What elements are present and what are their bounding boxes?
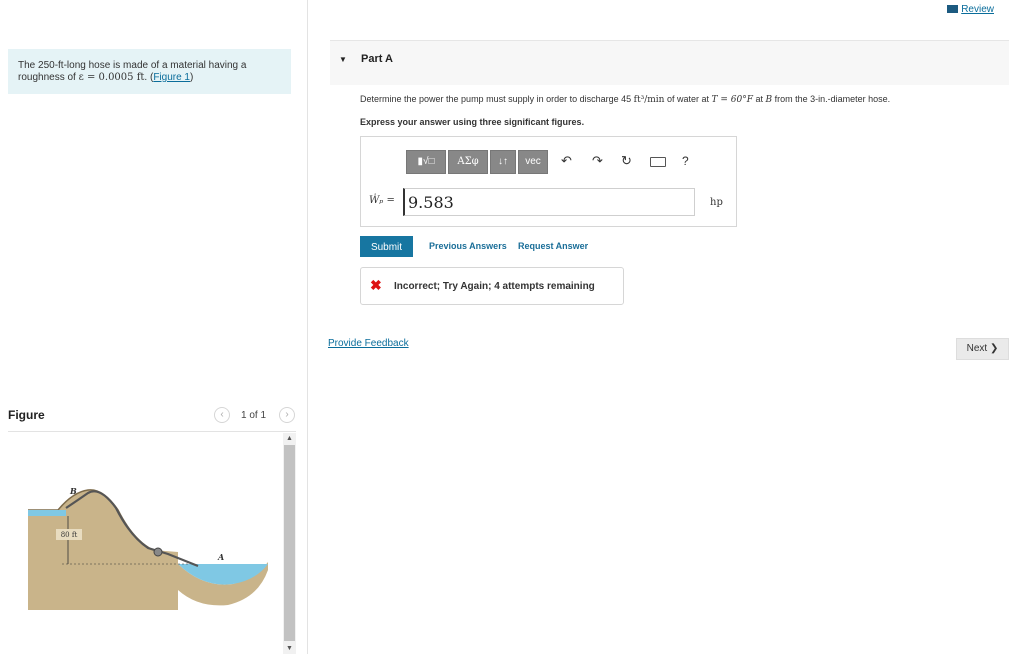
feedback-message: ✖ Incorrect; Try Again; 4 attempts remai…: [360, 267, 624, 305]
previous-answers-link[interactable]: Previous Answers: [429, 241, 507, 251]
request-answer-link[interactable]: Request Answer: [518, 241, 588, 251]
height-label: 80 ft: [61, 531, 78, 539]
vector-button[interactable]: vec: [518, 150, 548, 174]
scroll-up-icon[interactable]: ▲: [285, 435, 294, 442]
part-a-header[interactable]: ▼ Part A: [330, 40, 1009, 85]
part-title: Part A: [361, 53, 393, 65]
keyboard-icon[interactable]: [650, 157, 666, 167]
question-part-2: of water at: [664, 94, 712, 104]
next-button[interactable]: Next ❯: [956, 338, 1009, 360]
figure-header: Figure ‹ 1 of 1 ›: [8, 405, 296, 432]
previous-figure-button[interactable]: ‹: [214, 407, 230, 423]
question-text: Determine the power the pump must supply…: [360, 94, 890, 105]
next-figure-button[interactable]: ›: [279, 407, 295, 423]
greek-symbols-button[interactable]: ΑΣφ: [448, 150, 488, 174]
point-a-label: A: [217, 552, 224, 562]
figure-title: Figure: [8, 408, 45, 422]
answer-unit: hp: [710, 197, 723, 208]
question-temperature: T = 60°F: [711, 95, 753, 105]
question-part-3: at: [752, 94, 766, 104]
figure-counter: 1 of 1: [241, 410, 267, 421]
question-flow-unit: ft³/min: [633, 95, 665, 105]
scroll-down-icon[interactable]: ▼: [285, 645, 294, 652]
upper-water: [28, 510, 66, 516]
help-button[interactable]: ?: [682, 154, 689, 168]
scrollbar-thumb[interactable]: [284, 445, 295, 641]
redo-icon[interactable]: ↷: [592, 153, 603, 169]
provide-feedback-link[interactable]: Provide Feedback: [328, 338, 409, 349]
figure-scrollbar[interactable]: ▲ ▼: [283, 433, 296, 654]
question-part-4: from the 3-in.-diameter hose.: [772, 94, 891, 104]
problem-close-paren: ): [190, 72, 194, 83]
review-link[interactable]: Review: [947, 4, 994, 15]
undo-icon[interactable]: ↶: [561, 153, 572, 169]
answer-box: ▮√□ ΑΣφ ↓↑ vec ↶ ↷ ↻ ? Ẇₚ = hp: [360, 136, 737, 227]
question-part-1: Determine the power the pump must supply…: [360, 94, 634, 104]
reset-icon[interactable]: ↻: [621, 153, 632, 169]
feedback-text: Incorrect; Try Again; 4 attempts remaini…: [394, 281, 595, 292]
review-label: Review: [961, 4, 994, 15]
point-b-label: B: [69, 486, 77, 496]
answer-input[interactable]: [403, 188, 695, 216]
answer-variable-label: Ẇₚ =: [369, 195, 395, 206]
figure-link[interactable]: Figure 1: [153, 72, 190, 83]
instruction-text: Express your answer using three signific…: [360, 117, 585, 127]
roughness-expression: ε = 0.0005 ft: [78, 72, 145, 83]
problem-text-after: . (: [144, 72, 154, 83]
hose-figure: 80 ft B A: [28, 486, 268, 610]
pump-icon: [153, 547, 163, 557]
subscript-superscript-button[interactable]: ↓↑: [490, 150, 516, 174]
problem-statement: The 250-ft-long hose is made of a materi…: [8, 49, 291, 94]
book-icon: [947, 5, 959, 13]
left-pane: The 250-ft-long hose is made of a materi…: [0, 0, 308, 654]
error-x-icon: ✖: [370, 277, 382, 293]
submit-button[interactable]: Submit: [360, 236, 413, 257]
templates-button[interactable]: ▮√□: [406, 150, 446, 174]
collapse-arrow-icon[interactable]: ▼: [339, 55, 347, 64]
